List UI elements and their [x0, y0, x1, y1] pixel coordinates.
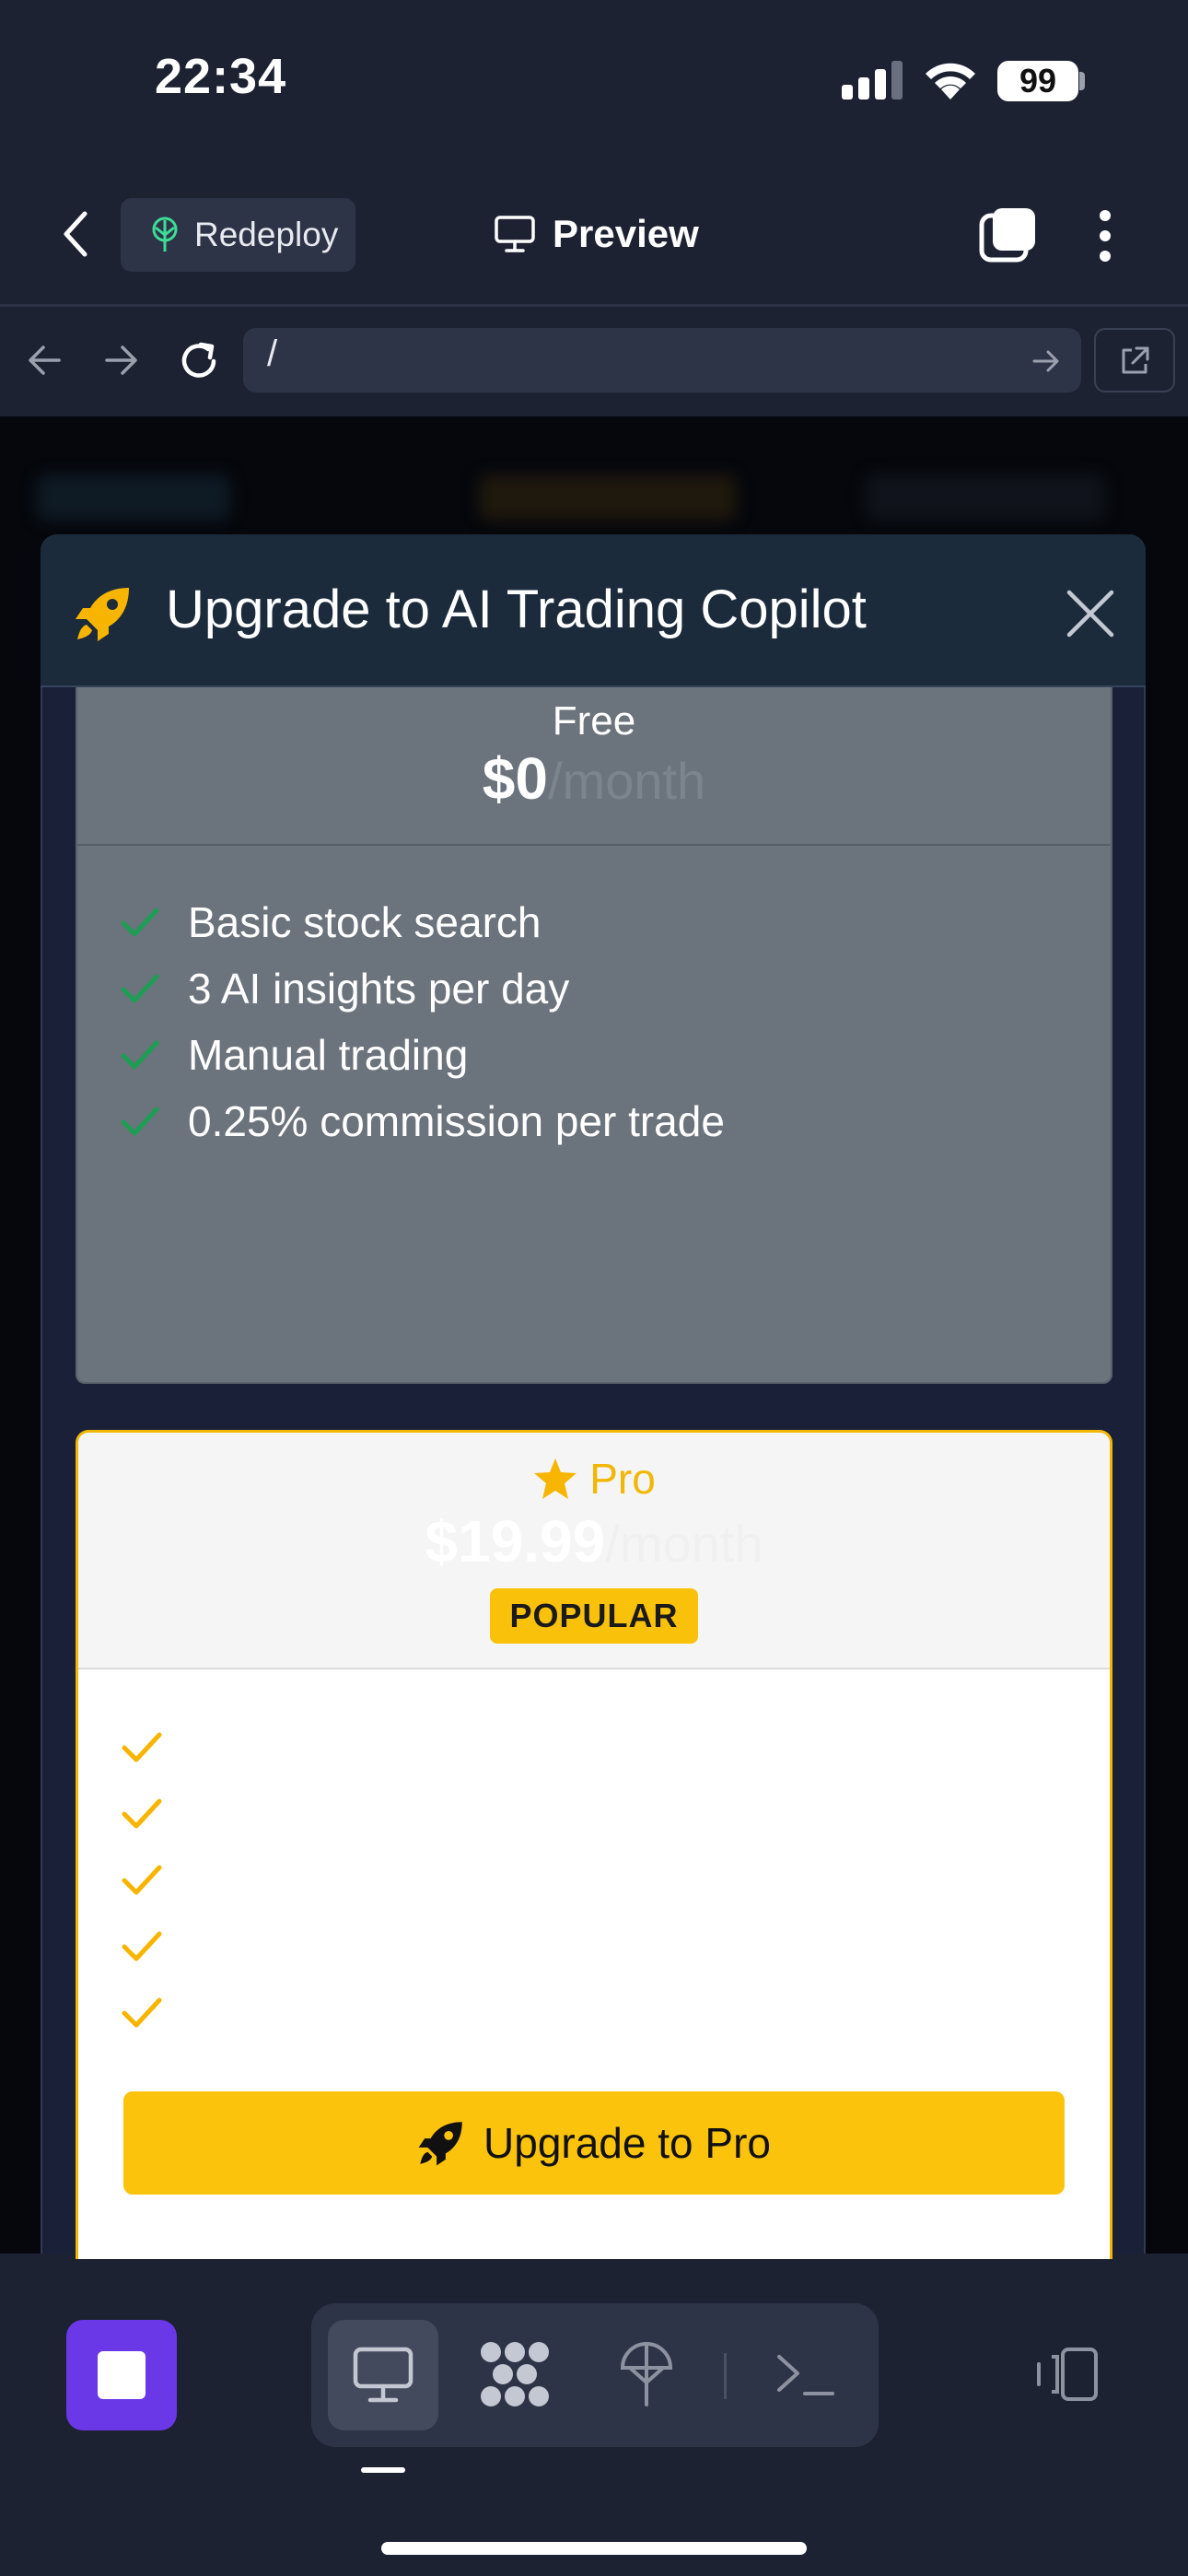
- redeploy-label: Redeploy: [194, 216, 339, 253]
- active-tab-indicator: [361, 2467, 405, 2473]
- list-item: Manual trading: [120, 1030, 468, 1080]
- check-icon: [121, 907, 159, 937]
- external-link-icon: [1122, 346, 1149, 374]
- terminal-icon[interactable]: [775, 2351, 836, 2399]
- upgrade-to-pro-button[interactable]: Upgrade to Pro: [123, 2091, 1065, 2195]
- price-amount: $19.99: [425, 1508, 606, 1575]
- pro-plan-name: Pro: [589, 1455, 656, 1503]
- signal-icon: [842, 61, 903, 100]
- rocket-icon: [76, 588, 129, 641]
- pro-plan-title: Pro: [0, 1454, 1188, 1504]
- modal-title: Upgrade to AI Trading Copilot: [166, 580, 867, 639]
- close-icon[interactable]: [1065, 588, 1116, 639]
- battery-tip: [1079, 72, 1085, 90]
- divider: [78, 1668, 1110, 1669]
- deploy-tree-icon: [152, 217, 178, 252]
- go-arrow-icon[interactable]: [1031, 348, 1061, 374]
- status-time: 22:34: [155, 49, 287, 104]
- price-amount: $0: [482, 745, 548, 812]
- nodes-icon[interactable]: [479, 2340, 551, 2408]
- preview-title: Preview: [494, 206, 699, 262]
- wifi-icon: [926, 63, 975, 100]
- background-blur: [37, 474, 230, 521]
- divider: [724, 2353, 727, 2399]
- battery-icon: 99: [997, 61, 1078, 101]
- rocket-icon: [418, 2122, 462, 2166]
- divider: [77, 844, 1111, 846]
- pro-plan-price: $19.99/month: [0, 1507, 1188, 1575]
- stop-icon: [98, 2351, 146, 2399]
- monitor-icon: [495, 216, 535, 252]
- arrow-left-icon[interactable]: [26, 343, 63, 378]
- free-plan-price: $0/month: [0, 744, 1188, 813]
- reload-icon[interactable]: [177, 339, 221, 383]
- check-icon: [121, 974, 159, 1003]
- background-blur: [866, 474, 1105, 521]
- feature-label: 3 AI insights per day: [188, 965, 570, 1013]
- redeploy-button[interactable]: Redeploy: [121, 198, 355, 272]
- star-icon: [534, 1458, 577, 1499]
- list-item: Basic stock search: [120, 897, 541, 947]
- check-icon: [122, 1798, 162, 1829]
- monitor-icon: [353, 2347, 413, 2403]
- preview-label: Preview: [553, 212, 699, 255]
- feature-label: Basic stock search: [188, 898, 542, 946]
- url-text: /: [267, 334, 278, 374]
- check-icon: [122, 1732, 162, 1762]
- check-icon: [121, 1107, 159, 1136]
- popular-badge: POPULAR: [490, 1588, 698, 1644]
- arrow-right-icon[interactable]: [103, 343, 140, 378]
- deploy-tree-icon[interactable]: [619, 2340, 674, 2408]
- price-period: /month: [605, 1515, 763, 1573]
- divider: [0, 304, 1188, 307]
- list-item: 0.25% commission per trade: [120, 1096, 725, 1146]
- chevron-left-icon[interactable]: [59, 208, 92, 260]
- tabs-icon[interactable]: [978, 206, 1037, 263]
- check-icon: [122, 1865, 162, 1895]
- feature-label: 0.25% commission per trade: [188, 1097, 725, 1145]
- background-blur: [479, 474, 737, 521]
- check-icon: [121, 1040, 159, 1070]
- list-item: 3 AI insights per day: [120, 964, 569, 1013]
- url-input[interactable]: [243, 328, 1081, 392]
- check-icon: [122, 1997, 162, 2028]
- more-vertical-icon[interactable]: [1094, 208, 1116, 263]
- price-period: /month: [547, 752, 706, 810]
- check-icon: [122, 1931, 162, 1961]
- home-indicator: [381, 2542, 807, 2555]
- feature-label: Manual trading: [188, 1031, 469, 1079]
- free-plan-name: Free: [552, 698, 636, 744]
- upgrade-button-label: Upgrade to Pro: [483, 2119, 771, 2167]
- devices-icon[interactable]: [1033, 2346, 1100, 2403]
